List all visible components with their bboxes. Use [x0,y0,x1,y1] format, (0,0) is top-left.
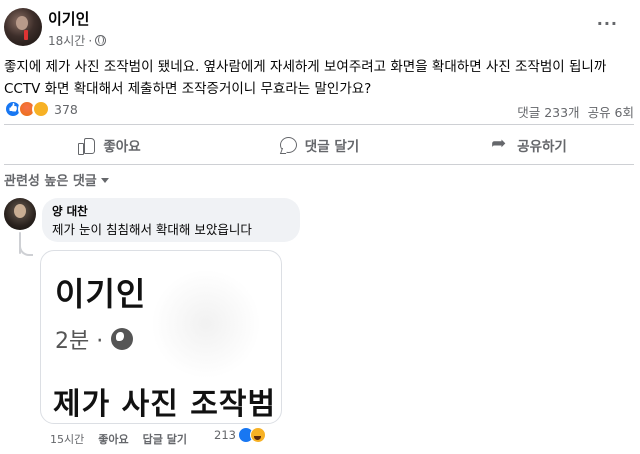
share-label: 공유하기 [517,139,567,155]
comment-reaction-count: 213 [214,428,236,442]
share-button[interactable]: 공유하기 [424,127,634,163]
image-author-name: 이기인 [55,275,147,313]
share-count[interactable]: 공유 6회 [588,102,634,121]
reaction-summary[interactable]: 378 [4,100,78,118]
author-avatar[interactable] [4,8,42,46]
comment-button[interactable]: 댓글 달기 [214,127,424,163]
comment-bubble: 양 대찬 제가 눈이 침침해서 확대해 보았읍니다 [42,198,300,242]
like-label: 좋아요 [103,139,141,155]
share-arrow-icon [491,133,509,154]
image-blur-background [151,269,261,379]
comment-text: 제가 눈이 침침해서 확대해 보았읍니다 [52,222,252,237]
globe-icon [95,35,107,46]
comment-reply-button[interactable]: 답글 달기 [143,431,187,447]
image-meta: 2분 · [55,323,134,355]
thread-connector [19,238,33,256]
avatar-mic [24,30,28,40]
sad-reaction-icon [32,100,50,118]
comment-label: 댓글 달기 [304,139,360,155]
comment-filter-label: 관련성 높은 댓글 [4,174,97,189]
image-post-text: 제가 사진 조작범 [53,387,277,422]
comment-time[interactable]: 15시간 [50,431,84,447]
like-button[interactable]: 좋아요 [4,127,214,163]
image-time: 2분 · [55,329,104,354]
comment-author[interactable]: 양 대찬 [52,204,290,219]
post-author-name[interactable]: 이기인 [48,8,89,29]
meta-separator: · [88,33,93,48]
post-meta: 18시간 · [48,32,107,49]
reaction-count: 378 [54,101,78,117]
more-options-icon[interactable]: ··· [597,14,618,33]
avatar-face [16,16,28,30]
post-time[interactable]: 18시간 [48,32,85,49]
stats-right: 댓글 233개 공유 6회 [517,102,634,121]
commenter-avatar[interactable] [4,198,36,230]
divider [4,124,634,125]
post-actions: 좋아요 댓글 달기 공유하기 [4,127,634,163]
haha-reaction-icon [249,427,266,443]
post-header: 이기인 18시간 · ··· [0,0,640,52]
comment-actions: 15시간 좋아요 답글 달기 [50,431,187,447]
comment-filter-dropdown[interactable]: 관련성 높은 댓글 [4,170,109,189]
thumbs-up-icon [77,136,96,155]
comment-bubble-icon [279,136,297,154]
comment-image[interactable]: 이기인 2분 · 제가 사진 조작범 [40,250,282,424]
comment-reactions[interactable]: 213 [214,427,266,443]
comment-like-button[interactable]: 좋아요 [98,431,128,447]
comment-count[interactable]: 댓글 233개 [517,102,579,121]
globe-icon [111,328,134,350]
post-stats: 378 댓글 233개 공유 6회 [0,98,640,122]
caret-down-icon [100,178,109,183]
divider [4,164,634,165]
post-text: 좋지에 제가 사진 조작범이 됐네요. 옆사람에게 자세하게 보여주려고 화면을… [4,59,607,97]
